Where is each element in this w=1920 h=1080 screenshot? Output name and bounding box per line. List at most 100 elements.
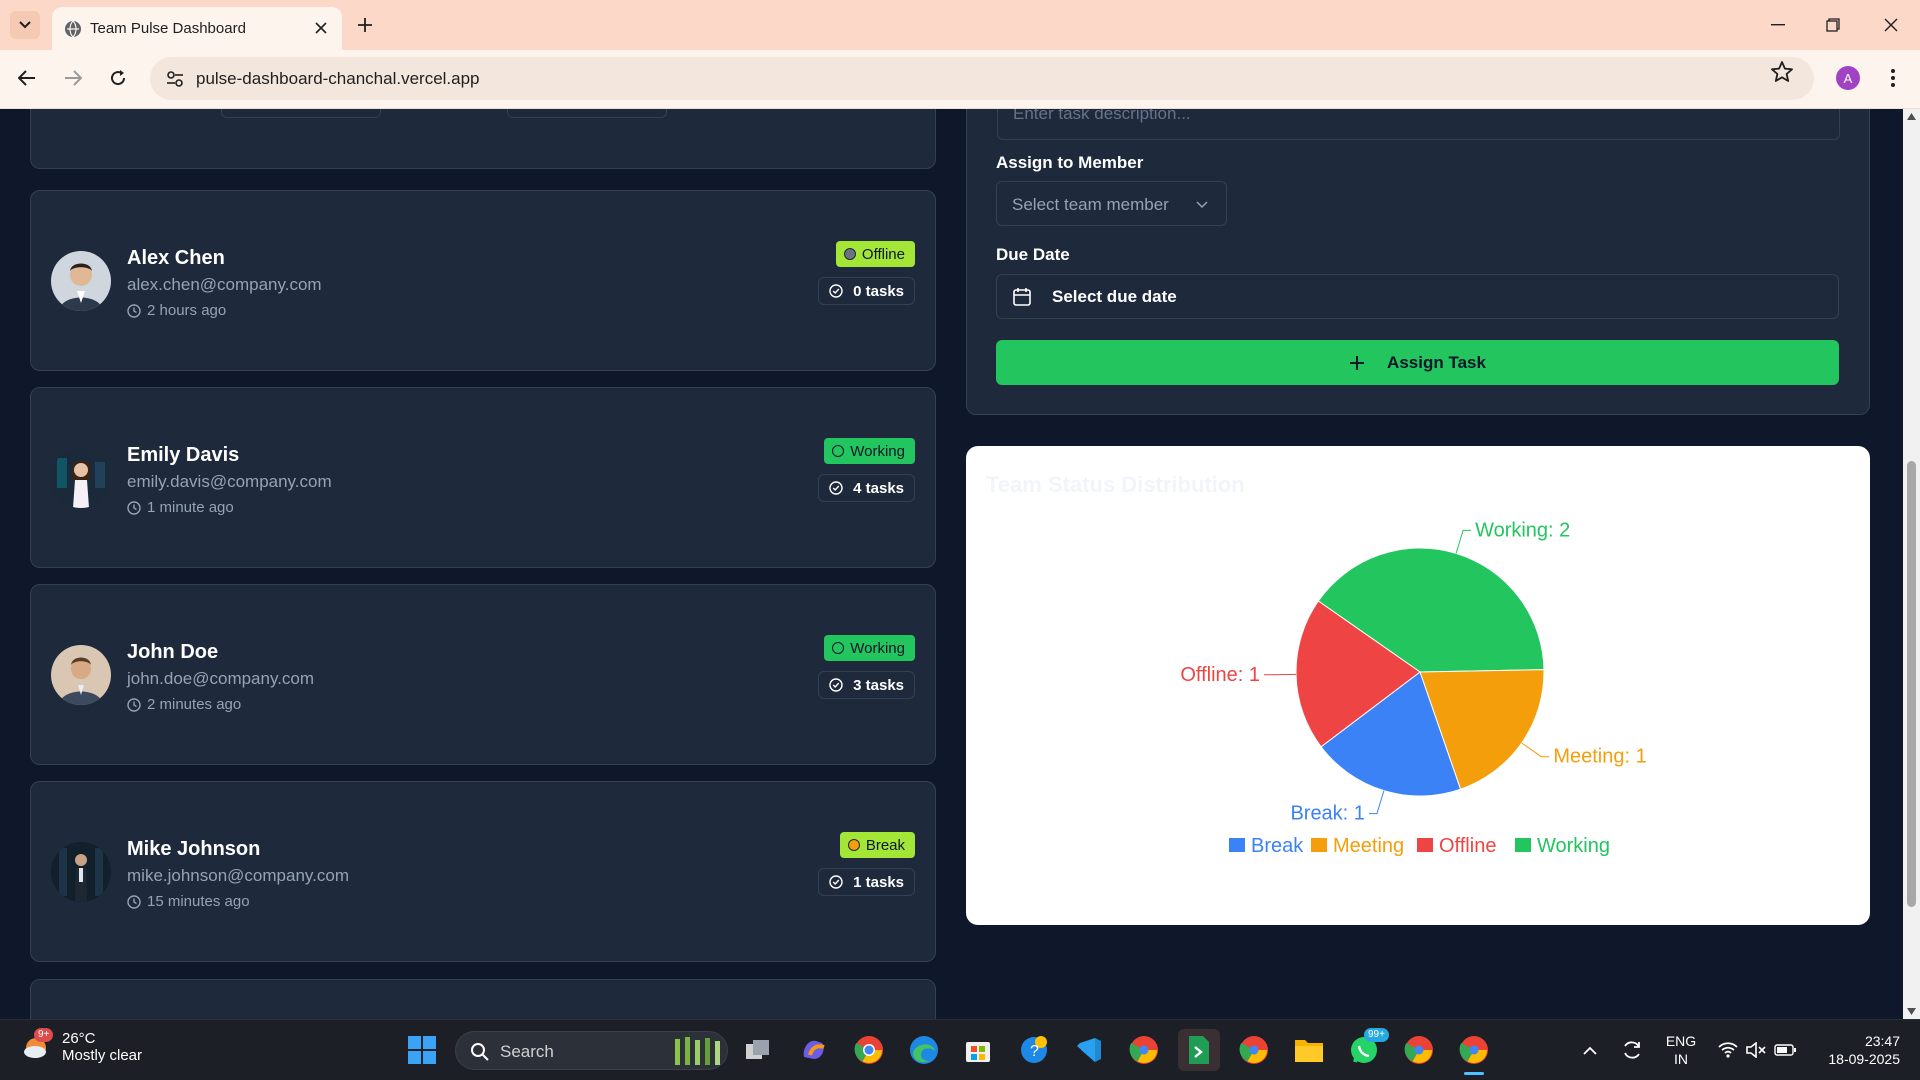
browser-menu-button[interactable] xyxy=(1880,64,1906,92)
whatsapp-taskbar-app[interactable]: 99+ xyxy=(1346,1028,1389,1068)
due-date-picker[interactable]: Select due date xyxy=(996,274,1839,319)
reload-button[interactable] xyxy=(103,63,133,93)
weather-badge: 9+ xyxy=(34,1028,54,1042)
scroll-thumb[interactable] xyxy=(1907,461,1916,907)
legend-item-working[interactable]: Working xyxy=(1515,835,1610,857)
pie-slice-label: Break: 1 xyxy=(1290,803,1364,825)
vscode-icon xyxy=(1077,1038,1101,1062)
page-scrollbar[interactable] xyxy=(1903,109,1920,1019)
member-email: alex.chen@company.com xyxy=(127,275,322,294)
chrome-icon xyxy=(1459,1036,1488,1064)
bamboo-decoration-icon xyxy=(675,1037,720,1065)
status-dot-icon xyxy=(832,445,845,457)
legend-item-offline[interactable]: Offline xyxy=(1417,835,1496,857)
member-card[interactable]: Mike Johnson mike.johnson@company.com 15… xyxy=(30,781,936,962)
chrome-active-taskbar-app[interactable] xyxy=(1456,1032,1492,1075)
status-text: Working xyxy=(850,442,905,460)
vscode-taskbar-app[interactable] xyxy=(1071,1032,1107,1068)
partial-stat-box xyxy=(221,109,381,118)
profile-avatar[interactable]: A xyxy=(1836,66,1860,90)
close-icon xyxy=(1884,18,1898,32)
status-badge: Working xyxy=(824,438,915,464)
chrome-icon xyxy=(854,1036,883,1064)
bookmark-star-icon[interactable] xyxy=(1770,60,1794,84)
weather-widget[interactable]: 9+ 26°C Mostly clear xyxy=(22,1028,142,1064)
taskbar: 9+ 26°C Mostly clear Search ? 99+ ENG IN… xyxy=(0,1019,1920,1080)
scroll-down-icon[interactable] xyxy=(1907,1008,1916,1015)
assign-task-label: Assign Task xyxy=(1387,352,1486,372)
store-taskbar-app[interactable] xyxy=(960,1032,996,1068)
assign-task-button[interactable]: Assign Task xyxy=(996,340,1839,385)
arrow-left-icon xyxy=(18,70,35,86)
browser-toolbar: pulse-dashboard-chanchal.vercel.app A xyxy=(0,50,1920,109)
member-card[interactable]: Alex Chen alex.chen@company.com 2 hours … xyxy=(30,190,936,371)
close-window-button[interactable] xyxy=(1871,10,1911,40)
member-card[interactable]: John Doe john.doe@company.com 2 minutes … xyxy=(30,584,936,765)
clock[interactable]: 23:47 18-09-2025 xyxy=(1812,1032,1900,1068)
chrome-taskbar-app-2[interactable] xyxy=(1236,1032,1272,1068)
minimize-button[interactable] xyxy=(1758,10,1798,40)
chrome-taskbar-app[interactable] xyxy=(851,1032,887,1068)
due-date-text: Select due date xyxy=(1052,287,1177,306)
file-arrow-icon xyxy=(1189,1036,1209,1064)
chrome-icon xyxy=(1239,1036,1268,1064)
member-email: emily.davis@company.com xyxy=(127,472,332,491)
language-indicator[interactable]: ENG IN xyxy=(1664,1032,1698,1068)
copilot-button[interactable] xyxy=(796,1032,832,1068)
url-text[interactable]: pulse-dashboard-chanchal.vercel.app xyxy=(196,69,480,89)
svg-text:?: ? xyxy=(1030,1043,1039,1060)
task-description-placeholder: Enter task description... xyxy=(1013,109,1191,123)
member-card[interactable]: Emily Davis emily.davis@company.com 1 mi… xyxy=(30,387,936,568)
copilot-icon xyxy=(803,1040,825,1059)
last-seen: 15 minutes ago xyxy=(127,893,250,910)
last-seen-text: 15 minutes ago xyxy=(147,893,250,910)
restore-icon xyxy=(1826,18,1840,32)
tab-search-button[interactable] xyxy=(10,11,40,39)
taskbar-search[interactable]: Search xyxy=(455,1031,728,1070)
close-icon xyxy=(315,22,327,34)
edge-taskbar-app[interactable] xyxy=(906,1032,942,1068)
reload-icon xyxy=(111,70,126,86)
sync-icon xyxy=(1624,1041,1640,1059)
chrome-profile-taskbar-app[interactable] xyxy=(1126,1032,1162,1068)
task-count-badge: 4 tasks xyxy=(818,474,915,502)
last-seen: 2 minutes ago xyxy=(127,696,241,713)
back-button[interactable] xyxy=(12,63,42,93)
tab-close-button[interactable] xyxy=(310,17,332,39)
legend-label: Meeting xyxy=(1333,835,1404,857)
status-text: Offline xyxy=(861,245,905,263)
legend-item-break[interactable]: Break xyxy=(1229,835,1304,857)
wifi-icon xyxy=(1718,1042,1738,1058)
legend-item-meeting[interactable]: Meeting xyxy=(1311,835,1404,857)
legend-swatch xyxy=(1229,838,1245,852)
volume-muted-icon xyxy=(1746,1042,1766,1058)
status-badge: Working xyxy=(824,635,915,661)
chrome-taskbar-app-3[interactable] xyxy=(1401,1032,1437,1068)
address-bar[interactable]: pulse-dashboard-chanchal.vercel.app xyxy=(150,57,1814,100)
weather-temp: 26°C xyxy=(62,1030,96,1047)
new-tab-button[interactable] xyxy=(352,12,378,38)
chevron-down-icon xyxy=(19,21,31,29)
edge-icon xyxy=(910,1036,938,1064)
forward-button[interactable] xyxy=(58,63,88,93)
file-explorer-button[interactable] xyxy=(1291,1032,1327,1068)
start-button[interactable] xyxy=(404,1032,440,1068)
member-select[interactable]: Select team member xyxy=(996,181,1227,226)
sync-tray-icon[interactable] xyxy=(1617,1032,1647,1068)
member-email: mike.johnson@company.com xyxy=(127,866,349,885)
task-description-input[interactable]: Enter task description... xyxy=(997,109,1840,140)
scroll-up-icon[interactable] xyxy=(1907,113,1916,120)
sheets-taskbar-app[interactable] xyxy=(1178,1029,1220,1071)
minimize-icon xyxy=(1771,24,1785,26)
tray-overflow-button[interactable] xyxy=(1575,1032,1605,1068)
restore-button[interactable] xyxy=(1813,10,1853,40)
weather-icon: 9+ xyxy=(22,1028,54,1062)
site-settings-icon[interactable] xyxy=(164,68,186,90)
member-card-partial xyxy=(30,109,936,169)
active-tab[interactable]: Team Pulse Dashboard xyxy=(52,7,342,50)
quick-settings-button[interactable] xyxy=(1712,1032,1802,1068)
language-text: ENG xyxy=(1665,1033,1697,1049)
task-view-button[interactable] xyxy=(740,1032,776,1068)
help-taskbar-app[interactable]: ? xyxy=(1016,1032,1052,1068)
clock-icon xyxy=(127,894,141,909)
